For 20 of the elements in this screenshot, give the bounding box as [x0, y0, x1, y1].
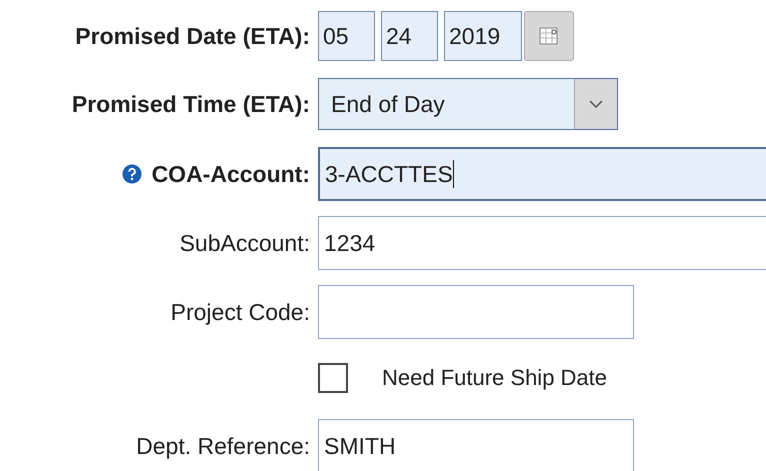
- text-field[interactable]: 1234: [318, 216, 766, 270]
- text-field[interactable]: SMITH: [318, 419, 634, 471]
- date-part-field[interactable]: 05: [318, 11, 375, 61]
- calendar-icon: [539, 26, 559, 46]
- calendar-button[interactable]: [524, 11, 574, 61]
- field-label: COA-Account:: [152, 160, 310, 188]
- help-icon[interactable]: [122, 164, 142, 184]
- field-label: Dept. Reference:: [136, 432, 310, 460]
- chevron-down-icon: [589, 100, 603, 108]
- field-label: Project Code:: [170, 298, 310, 326]
- field-label: Promised Time (ETA):: [72, 90, 310, 118]
- date-part-field[interactable]: 2019: [444, 11, 522, 61]
- text-field[interactable]: [318, 285, 634, 339]
- text-field[interactable]: 3-ACCTTES: [318, 147, 766, 201]
- checkbox-label[interactable]: Need Future Ship Date: [382, 365, 608, 391]
- field-label: Promised Date (ETA):: [75, 22, 310, 50]
- field-label: SubAccount:: [180, 230, 310, 256]
- checkbox[interactable]: [318, 363, 348, 393]
- date-part-field[interactable]: 24: [381, 11, 438, 61]
- time-dropdown[interactable]: End of Day: [318, 78, 618, 130]
